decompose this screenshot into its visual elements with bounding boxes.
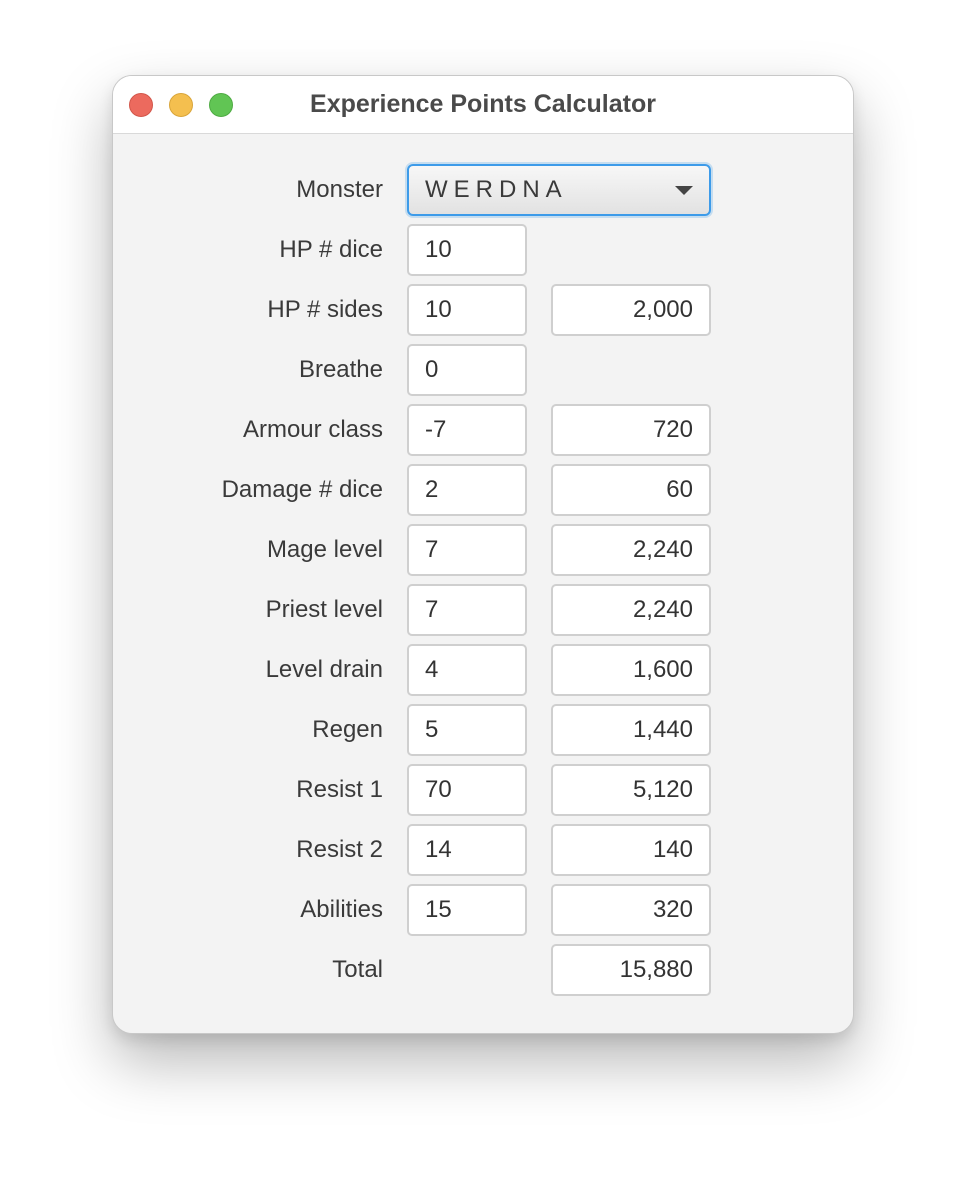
armour-class-output[interactable]: 720 [551, 404, 711, 456]
monster-label: Monster [296, 176, 383, 203]
regen-input[interactable]: 5 [407, 704, 527, 756]
total-output[interactable]: 15,880 [551, 944, 711, 996]
priest-level-input[interactable]: 7 [407, 584, 527, 636]
monster-select-value: WERDNA [425, 176, 568, 203]
calculator-window: Experience Points Calculator Monster WER… [112, 75, 854, 1034]
resist-1-row: Resist 1 70 5,120 [113, 764, 853, 816]
resist-2-row: Resist 2 14 140 [113, 824, 853, 876]
resist-1-input[interactable]: 70 [407, 764, 527, 816]
mage-level-label: Mage level [266, 536, 383, 563]
breathe-row: Breathe 0 [113, 344, 853, 396]
priest-level-output[interactable]: 2,240 [551, 584, 711, 636]
total-label: Total [332, 956, 383, 983]
abilities-output[interactable]: 320 [551, 884, 711, 936]
breathe-label: Breathe [298, 356, 383, 383]
hp-points-output[interactable]: 2,000 [551, 284, 711, 336]
regen-output[interactable]: 1,440 [551, 704, 711, 756]
priest-level-label: Priest level [265, 596, 383, 623]
chevron-down-icon[interactable] [675, 186, 693, 195]
mage-level-input[interactable]: 7 [407, 524, 527, 576]
resist-1-output[interactable]: 5,120 [551, 764, 711, 816]
breathe-input[interactable]: 0 [407, 344, 527, 396]
hp-dice-row: HP # dice 10 [113, 224, 853, 276]
damage-dice-label: Damage # dice [221, 476, 383, 503]
hp-dice-input[interactable]: 10 [407, 224, 527, 276]
monster-row: Monster WERDNA [113, 164, 853, 216]
resist-2-label: Resist 2 [296, 836, 383, 863]
hp-dice-label: HP # dice [279, 236, 383, 263]
regen-label: Regen [312, 716, 383, 743]
abilities-input[interactable]: 15 [407, 884, 527, 936]
level-drain-row: Level drain 4 1,600 [113, 644, 853, 696]
priest-level-row: Priest level 7 2,240 [113, 584, 853, 636]
abilities-label: Abilities [300, 896, 383, 923]
armour-class-input[interactable]: -7 [407, 404, 527, 456]
mage-level-output[interactable]: 2,240 [551, 524, 711, 576]
abilities-row: Abilities 15 320 [113, 884, 853, 936]
armour-class-label: Armour class [242, 416, 383, 443]
armour-class-row: Armour class -7 720 [113, 404, 853, 456]
hp-sides-input[interactable]: 10 [407, 284, 527, 336]
hp-sides-label: HP # sides [267, 296, 383, 323]
regen-row: Regen 5 1,440 [113, 704, 853, 756]
level-drain-label: Level drain [265, 656, 383, 683]
resist-1-label: Resist 1 [296, 776, 383, 803]
resist-2-output[interactable]: 140 [551, 824, 711, 876]
monster-select[interactable]: WERDNA [407, 164, 711, 216]
title-bar[interactable]: Experience Points Calculator [113, 76, 853, 134]
damage-dice-input[interactable]: 2 [407, 464, 527, 516]
damage-dice-output[interactable]: 60 [551, 464, 711, 516]
resist-2-input[interactable]: 14 [407, 824, 527, 876]
level-drain-output[interactable]: 1,600 [551, 644, 711, 696]
damage-dice-row: Damage # dice 2 60 [113, 464, 853, 516]
mage-level-row: Mage level 7 2,240 [113, 524, 853, 576]
window-title: Experience Points Calculator [310, 90, 656, 118]
total-row: Total 15,880 [113, 944, 853, 996]
level-drain-input[interactable]: 4 [407, 644, 527, 696]
hp-sides-row: HP # sides 10 2,000 [113, 284, 853, 336]
